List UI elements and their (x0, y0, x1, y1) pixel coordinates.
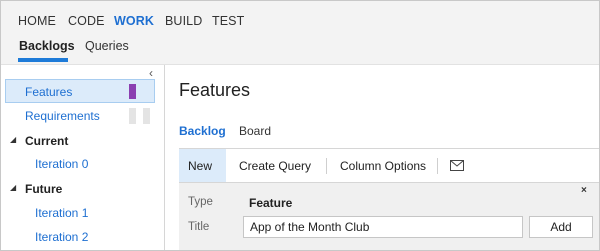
nav-code[interactable]: CODE (68, 14, 105, 28)
main-content: Features Backlog Board New Create Query … (166, 65, 599, 250)
app-window: HOME CODE WORK BUILD TEST Backlogs Queri… (0, 0, 600, 251)
nav-work[interactable]: WORK (114, 14, 154, 28)
title-input[interactable] (243, 216, 523, 238)
new-button[interactable]: New (179, 149, 226, 183)
nav-build[interactable]: BUILD (165, 14, 202, 28)
requirement-color-bars (129, 108, 151, 124)
create-query-button[interactable]: Create Query (239, 159, 311, 173)
group-current[interactable]: Current (25, 134, 68, 148)
type-value: Feature (249, 196, 293, 210)
sidebar-item-features[interactable]: Features (5, 79, 155, 103)
nav-home[interactable]: HOME (18, 14, 56, 28)
close-icon[interactable]: × (581, 185, 587, 196)
group-future[interactable]: Future (25, 182, 62, 196)
sidebar-item-iteration-0[interactable]: Iteration 0 (35, 157, 88, 171)
collapse-chevron-icon[interactable]: ‹ (149, 67, 161, 79)
active-subnav-indicator (18, 58, 68, 62)
column-options-button[interactable]: Column Options (340, 159, 426, 173)
sidebar-item-label: Requirements (25, 109, 100, 123)
title-label: Title (188, 221, 210, 233)
mail-icon[interactable] (450, 160, 464, 171)
expanded-triangle-icon[interactable]: ◢ (10, 183, 20, 192)
top-header: HOME CODE WORK BUILD TEST Backlogs Queri… (1, 1, 599, 65)
add-button[interactable]: Add (529, 216, 593, 238)
feature-color-bar (129, 84, 136, 99)
nav-test[interactable]: TEST (212, 14, 244, 28)
new-button-label: New (188, 159, 213, 173)
subnav-backlogs[interactable]: Backlogs (19, 39, 75, 53)
backlog-sidebar: ‹ Features Requirements ◢ Current Iterat… (1, 65, 165, 250)
type-label: Type (188, 196, 213, 208)
backlog-toolbar: New Create Query Column Options (179, 148, 599, 183)
expanded-triangle-icon[interactable]: ◢ (10, 135, 20, 144)
sidebar-item-label: Features (25, 85, 73, 99)
toolbar-divider (437, 158, 438, 174)
page-title: Features (179, 80, 251, 100)
sidebar-item-iteration-2[interactable]: Iteration 2 (35, 230, 88, 244)
tab-backlog[interactable]: Backlog (179, 124, 226, 138)
subnav-queries[interactable]: Queries (85, 39, 129, 53)
new-item-panel: × Type Feature Title Add (179, 182, 599, 250)
sidebar-item-iteration-1[interactable]: Iteration 1 (35, 206, 88, 220)
toolbar-divider (326, 158, 327, 174)
tab-board[interactable]: Board (239, 124, 271, 138)
